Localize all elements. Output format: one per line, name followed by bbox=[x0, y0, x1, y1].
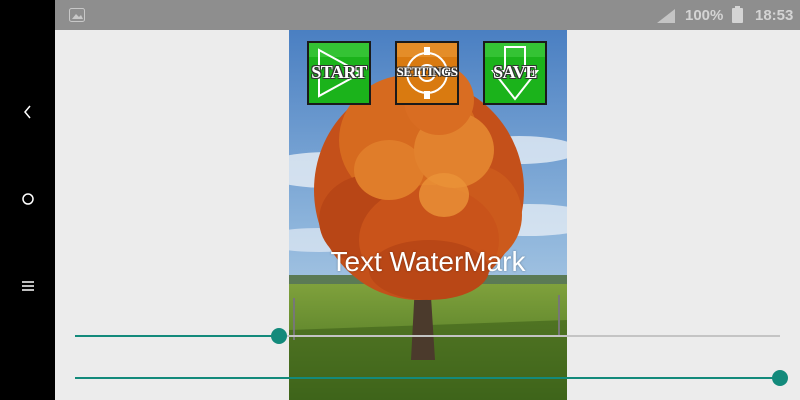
status-bar: 100% 18:53 bbox=[55, 0, 800, 30]
slider-fill bbox=[75, 335, 280, 337]
navigation-bar bbox=[0, 0, 55, 400]
home-button[interactable] bbox=[0, 179, 55, 219]
slider-fill bbox=[75, 377, 780, 379]
gallery-icon bbox=[69, 8, 85, 22]
slider-thumb[interactable] bbox=[772, 370, 788, 386]
watermark-text: Text WaterMark bbox=[330, 246, 526, 277]
chevron-left-icon bbox=[23, 105, 31, 119]
slider-2[interactable] bbox=[75, 368, 788, 388]
menu-lines-icon bbox=[21, 281, 34, 291]
clock: 18:53 bbox=[755, 7, 794, 24]
signal-icon bbox=[657, 9, 675, 23]
slider-1[interactable] bbox=[75, 326, 780, 346]
save-label: SAVE bbox=[493, 62, 537, 82]
battery-icon bbox=[732, 6, 743, 23]
settings-button[interactable]: SETTINGS bbox=[395, 41, 459, 105]
start-button[interactable]: START bbox=[307, 41, 371, 105]
battery-percent: 100% bbox=[685, 7, 724, 24]
save-button[interactable]: SAVE bbox=[483, 41, 547, 105]
circle-home-icon bbox=[21, 193, 34, 205]
recents-button[interactable] bbox=[0, 266, 55, 306]
slider-thumb[interactable] bbox=[271, 328, 288, 344]
back-button[interactable] bbox=[0, 92, 55, 132]
settings-label: SETTINGS bbox=[396, 64, 458, 79]
start-label: START bbox=[311, 62, 367, 82]
